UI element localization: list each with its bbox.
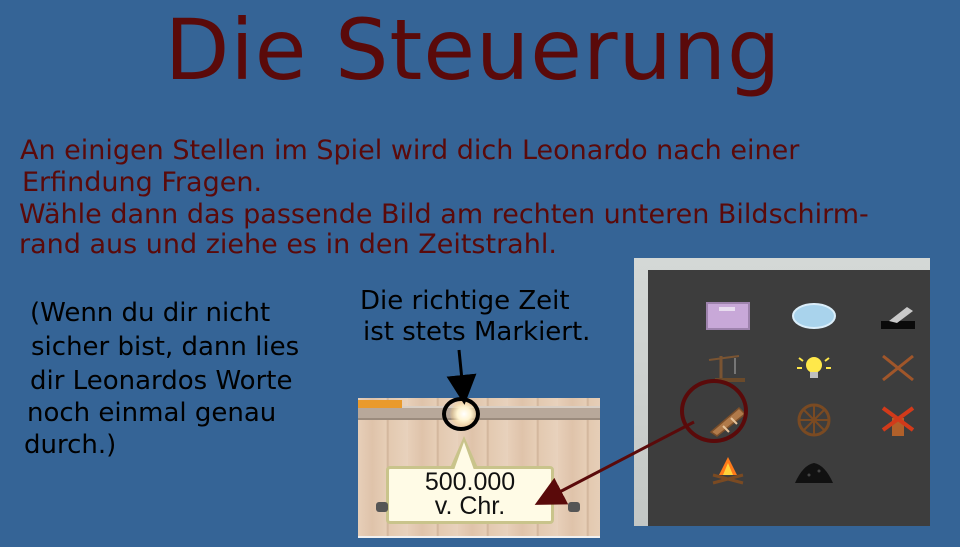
inventory-slot-sticks[interactable] — [868, 346, 928, 390]
lens-icon — [792, 303, 836, 329]
lightbulb-icon — [797, 357, 831, 378]
marked-time-ring — [442, 397, 480, 431]
inventory-slot-wheel[interactable] — [784, 398, 844, 442]
inventory-panel — [634, 258, 930, 526]
hint-line-1: Die richtige Zeit — [360, 286, 570, 316]
timeline-progress — [358, 400, 402, 408]
intro-line-2: Erfindung Fragen. — [22, 167, 263, 198]
date-label-line-1: 500.000 — [424, 468, 516, 496]
cannon-icon — [881, 307, 915, 329]
book-icon — [706, 302, 750, 330]
inventory-slot-windmill[interactable] — [868, 398, 928, 442]
inventory-slot-cannon[interactable] — [868, 294, 928, 338]
note-line-2: sicher bist, dann lies — [31, 332, 300, 362]
note-line-3: dir Leonardos Worte — [30, 366, 293, 396]
bolt-icon — [568, 502, 580, 512]
inventory-slot-coal[interactable] — [784, 448, 844, 492]
windmill-icon — [881, 406, 915, 436]
crossed-sticks-icon — [882, 354, 914, 382]
page-title: Die Steuerung — [164, 1, 782, 99]
campfire-icon — [712, 457, 744, 485]
intro-line-4: rand aus und ziehe es in den Zeitstrahl. — [19, 229, 557, 260]
date-label: 500.000 v. Chr. — [386, 468, 554, 520]
inventory-slot-lightbulb[interactable] — [784, 346, 844, 390]
wheel-icon — [797, 403, 831, 437]
intro-line-1: An einigen Stellen im Spiel wird dich Le… — [20, 135, 800, 166]
date-label-line-2: v. Chr. — [434, 492, 506, 520]
inventory-slot-book[interactable] — [698, 294, 758, 338]
bubble-pointer-inner — [454, 442, 474, 470]
hint-line-2: ist stets Markiert. — [363, 317, 591, 347]
note-line-4: noch einmal genau — [27, 398, 277, 428]
selected-item-ring — [680, 379, 748, 443]
inventory-slot-lens[interactable] — [784, 294, 844, 338]
coal-pile-icon — [795, 463, 833, 483]
intro-line-3: Wähle dann das passende Bild am rechten … — [19, 199, 869, 230]
bolt-icon — [376, 502, 388, 512]
hint-arrow — [446, 349, 477, 405]
inventory-slot-campfire[interactable] — [698, 448, 758, 492]
note-line-1: (Wenn du dir nicht — [30, 298, 271, 328]
note-line-5: durch.) — [24, 430, 117, 460]
